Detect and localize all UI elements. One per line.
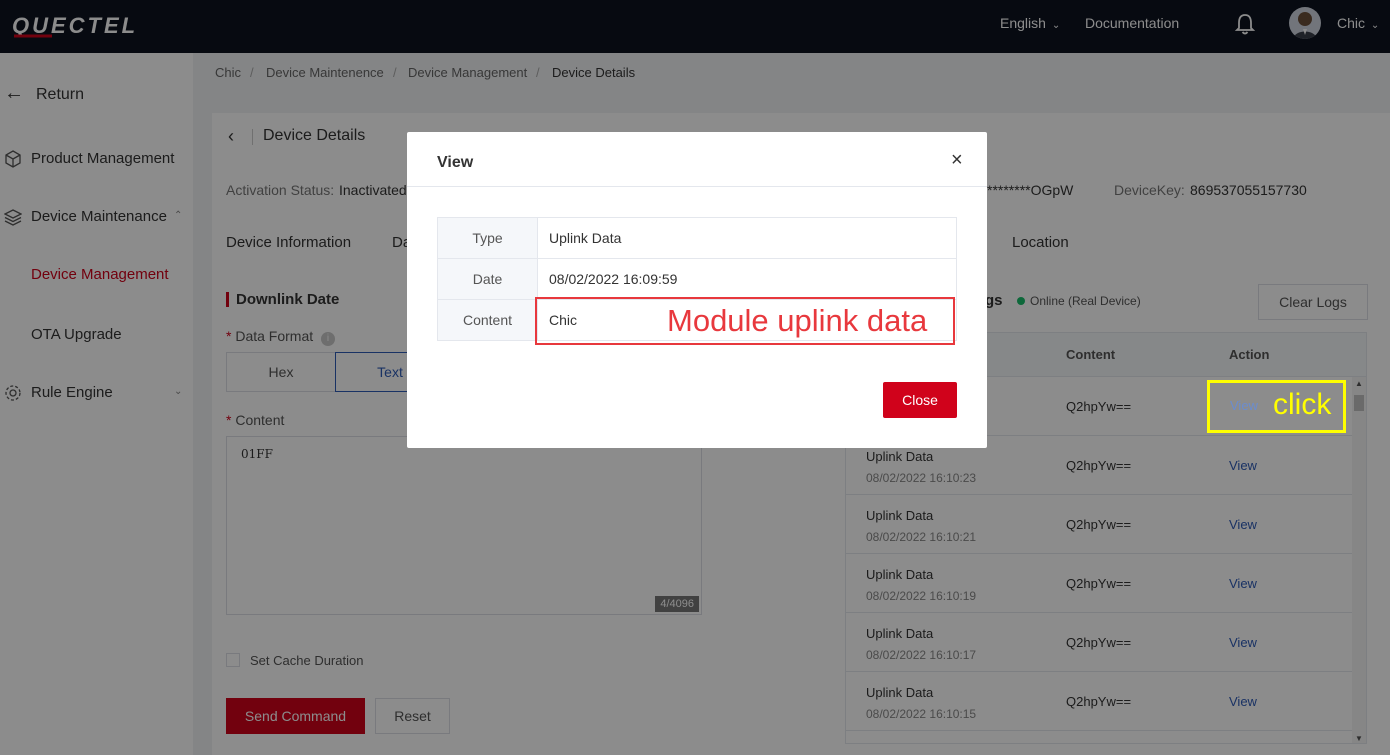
- modal-row-key: Date: [438, 259, 538, 299]
- modal-row-key: Content: [438, 300, 538, 340]
- close-icon[interactable]: ×: [951, 149, 963, 172]
- modal-title: View: [437, 154, 474, 171]
- module-uplink-annotation-text: Module uplink data: [667, 303, 928, 338]
- modal-row-type: Type Uplink Data: [437, 217, 957, 259]
- modal-row-date: Date 08/02/2022 16:09:59: [437, 259, 957, 300]
- view-modal: View × Type Uplink Data Date 08/02/2022 …: [407, 132, 987, 448]
- modal-header: View ×: [407, 132, 987, 187]
- click-annotation-box: View click: [1207, 380, 1346, 433]
- modal-row-value: 08/02/2022 16:09:59: [549, 271, 678, 287]
- modal-row-value: Uplink Data: [549, 230, 622, 246]
- module-uplink-annotation-box: Module uplink data: [535, 297, 955, 345]
- modal-row-key: Type: [438, 218, 538, 258]
- modal-close-button[interactable]: Close: [883, 382, 957, 418]
- view-link-highlighted[interactable]: View: [1230, 398, 1258, 413]
- click-annotation-text: click: [1273, 388, 1332, 421]
